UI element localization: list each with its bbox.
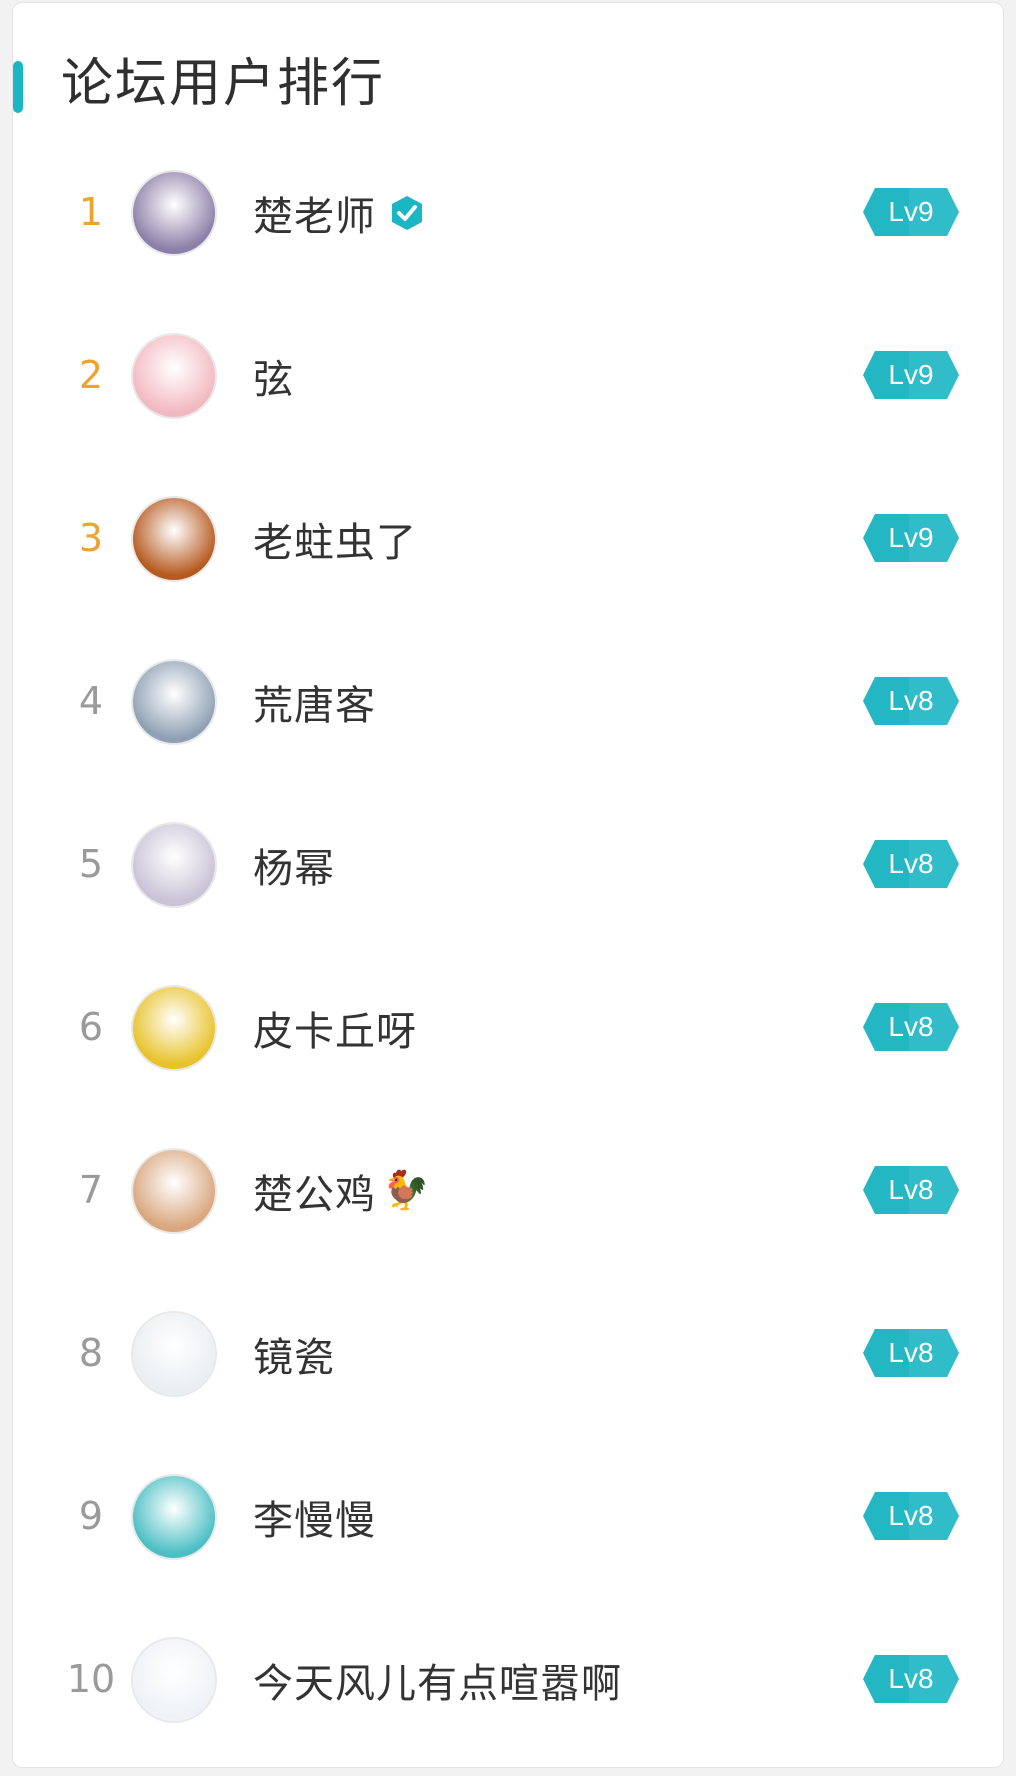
ranking-header: 论坛用户排行 <box>13 49 1003 119</box>
avatar[interactable] <box>131 1311 217 1397</box>
girl-avatar <box>133 172 215 254</box>
user-name[interactable]: 李慢慢 <box>253 1488 376 1546</box>
user-ranking-list: 1 楚老师 Lv9 2 弦 Lv9 3 老蛀虫了 Lv9 4 荒唐客 Lv8 5 杨幂 Lv8 6 皮卡丘呀 Lv… <box>13 131 1003 1761</box>
woman-photo-avatar <box>133 1150 215 1232</box>
user-name-wrap: 皮卡丘呀 <box>253 946 417 1109</box>
level-label: Lv8 <box>888 848 934 879</box>
anime-girl-avatar <box>133 335 215 417</box>
sketch-avatar <box>133 1313 215 1395</box>
user-name[interactable]: 老蛀虫了 <box>253 510 417 568</box>
rank-number: 9 <box>78 1494 104 1538</box>
level-badge: Lv8 <box>863 1492 959 1540</box>
level-badge: Lv8 <box>863 1655 959 1703</box>
user-name[interactable]: 镜瓷 <box>253 1325 335 1383</box>
rank-number: 4 <box>78 679 104 723</box>
level-badge: Lv8 <box>863 1166 959 1214</box>
user-name-wrap: 荒唐客 <box>253 620 376 783</box>
level-label: Lv8 <box>888 1663 934 1694</box>
avatar[interactable] <box>131 496 217 582</box>
level-label: Lv8 <box>888 1500 934 1531</box>
level-label: Lv8 <box>888 1337 934 1368</box>
user-name-wrap: 弦 <box>253 294 294 457</box>
rank-number: 2 <box>78 353 104 397</box>
user-name-wrap: 李慢慢 <box>253 1435 376 1598</box>
level-label: Lv9 <box>888 522 934 553</box>
level-label: Lv9 <box>888 196 934 227</box>
user-name[interactable]: 今天风儿有点喧嚣啊 <box>253 1651 622 1709</box>
level-badge: Lv8 <box>863 840 959 888</box>
avatar[interactable] <box>131 333 217 419</box>
user-name[interactable]: 楚老师 <box>253 184 376 242</box>
pikachu-avatar <box>133 987 215 1069</box>
rooster-icon: 🐓 <box>382 1168 430 1212</box>
level-label: Lv8 <box>888 1174 934 1205</box>
user-name-wrap: 今天风儿有点喧嚣啊 <box>253 1598 622 1761</box>
rank-number: 5 <box>78 842 104 886</box>
level-badge: Lv8 <box>863 1329 959 1377</box>
rank-number: 7 <box>78 1168 104 1212</box>
avatar[interactable] <box>131 822 217 908</box>
white-hair-avatar <box>133 1639 215 1721</box>
verified-icon <box>392 195 422 230</box>
avatar[interactable] <box>131 1474 217 1560</box>
level-badge: Lv9 <box>863 188 959 236</box>
user-row[interactable]: 4 荒唐客 Lv8 <box>13 620 1003 783</box>
level-label: Lv8 <box>888 685 934 716</box>
user-name[interactable]: 皮卡丘呀 <box>253 999 417 1057</box>
rank-number: 1 <box>78 190 104 234</box>
rank-number: 6 <box>78 1005 104 1049</box>
ranking-title: 论坛用户排行 <box>61 54 386 114</box>
avatar[interactable] <box>131 1637 217 1723</box>
user-name[interactable]: 荒唐客 <box>253 673 376 731</box>
user-row[interactable]: 10 今天风儿有点喧嚣啊 Lv8 <box>13 1598 1003 1761</box>
rank-number: 8 <box>78 1331 104 1375</box>
ranking-card: 论坛用户排行 1 楚老师 Lv9 2 弦 Lv9 3 老蛀虫了 Lv9 4 荒唐客 Lv8 5 杨幂 Lv8… <box>12 2 1004 1768</box>
user-row[interactable]: 5 杨幂 Lv8 <box>13 783 1003 946</box>
user-name-wrap: 楚老师 <box>253 131 426 294</box>
rank-number: 3 <box>78 516 104 560</box>
avatar[interactable] <box>131 659 217 745</box>
level-badge: Lv9 <box>863 351 959 399</box>
user-name-wrap: 楚公鸡 🐓 <box>253 1109 429 1272</box>
monster-avatar <box>133 1476 215 1558</box>
treasure-avatar <box>133 498 215 580</box>
user-row[interactable]: 6 皮卡丘呀 Lv8 <box>13 946 1003 1109</box>
user-row[interactable]: 1 楚老师 Lv9 <box>13 131 1003 294</box>
level-label: Lv9 <box>888 359 934 390</box>
level-label: Lv8 <box>888 1011 934 1042</box>
user-row[interactable]: 9 李慢慢 Lv8 <box>13 1435 1003 1598</box>
user-name[interactable]: 杨幂 <box>253 836 335 894</box>
user-row[interactable]: 8 镜瓷 Lv8 <box>13 1272 1003 1435</box>
avatar[interactable] <box>131 170 217 256</box>
woman-avatar <box>133 824 215 906</box>
header-accent-bar <box>13 61 23 113</box>
avatar[interactable] <box>131 1148 217 1234</box>
user-row[interactable]: 2 弦 Lv9 <box>13 294 1003 457</box>
user-name-wrap: 老蛀虫了 <box>253 457 417 620</box>
avatar[interactable] <box>131 985 217 1071</box>
user-name[interactable]: 楚公鸡 <box>253 1162 376 1220</box>
user-name-wrap: 杨幂 <box>253 783 335 946</box>
rank-number: 10 <box>66 1657 116 1701</box>
level-badge: Lv8 <box>863 677 959 725</box>
user-name[interactable]: 弦 <box>253 347 294 405</box>
anime-face-avatar <box>133 661 215 743</box>
user-name-wrap: 镜瓷 <box>253 1272 335 1435</box>
level-badge: Lv8 <box>863 1003 959 1051</box>
level-badge: Lv9 <box>863 514 959 562</box>
user-row[interactable]: 7 楚公鸡 🐓 Lv8 <box>13 1109 1003 1272</box>
user-row[interactable]: 3 老蛀虫了 Lv9 <box>13 457 1003 620</box>
